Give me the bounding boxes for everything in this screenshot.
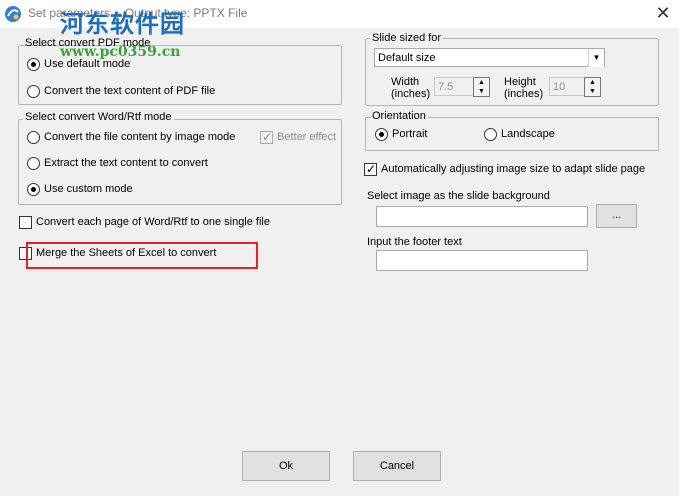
word-mode-image-label[interactable]: Convert the file content by image mode (44, 130, 235, 144)
checkmark-icon: ✓ (262, 130, 273, 144)
cancel-button[interactable]: Cancel (353, 451, 441, 481)
background-image-input[interactable] (376, 206, 588, 227)
close-icon[interactable]: ✕ (652, 2, 674, 24)
auto-adjust-checkbox[interactable]: ✓ (364, 162, 377, 176)
chevron-down-icon[interactable]: ▼ (588, 49, 604, 67)
footer-input[interactable] (376, 250, 588, 271)
better-effect-checkbox: ✓ (260, 130, 273, 144)
highlight-box (26, 242, 258, 269)
pdf-mode-legend: Select convert PDF mode (25, 37, 151, 49)
word-mode-legend: Select convert Word/Rtf mode (23, 111, 174, 124)
width-input[interactable]: 7.5 (434, 77, 474, 96)
auto-adjust-label[interactable]: Automatically adjusting image size to ad… (381, 162, 645, 176)
background-image-label: Select image as the slide background (367, 190, 550, 202)
slide-size-dropdown[interactable]: Default size ▼ (374, 48, 605, 67)
convert-each-page-checkbox[interactable] (19, 216, 32, 229)
width-label: Width (inches) (391, 76, 431, 100)
width-spinner[interactable]: ▲ ▼ (473, 77, 490, 97)
word-mode-custom-radio[interactable] (27, 183, 40, 196)
convert-each-page-label[interactable]: Convert each page of Word/Rtf to one sin… (36, 215, 270, 229)
better-effect-label: Better effect (277, 131, 337, 143)
browse-button[interactable]: ... (596, 204, 637, 228)
orientation-portrait-label[interactable]: Portrait (392, 127, 427, 141)
watermark-logo-text: 河东软件园 (60, 9, 185, 38)
pdf-mode-text-label[interactable]: Convert the text content of PDF file (44, 84, 215, 98)
height-spinner[interactable]: ▲ ▼ (584, 77, 601, 97)
pdf-mode-text-radio[interactable] (27, 85, 40, 98)
checkmark-icon: ✓ (366, 162, 377, 176)
pdf-mode-default-radio[interactable] (27, 58, 40, 71)
height-input[interactable]: 10 (549, 77, 585, 96)
height-value: 10 (553, 81, 566, 93)
footer-label: Input the footer text (367, 236, 462, 248)
word-mode-image-radio[interactable] (27, 131, 40, 144)
width-value: 7.5 (438, 81, 454, 93)
orientation-landscape-radio[interactable] (484, 128, 497, 141)
slide-size-selected: Default size (378, 52, 436, 64)
height-label: Height (inches) (504, 76, 544, 100)
orientation-portrait-radio[interactable] (375, 128, 388, 141)
word-mode-text-label[interactable]: Extract the text content to convert (44, 156, 208, 170)
app-icon (5, 6, 21, 22)
orientation-legend: Orientation (370, 110, 428, 123)
slide-size-legend: Slide sized for (370, 32, 444, 45)
pdf-mode-default-label[interactable]: Use default mode (44, 57, 130, 71)
word-mode-text-radio[interactable] (27, 157, 40, 170)
ok-button[interactable]: Ok (242, 451, 330, 481)
orientation-landscape-label[interactable]: Landscape (501, 127, 555, 141)
word-mode-custom-label[interactable]: Use custom mode (44, 182, 133, 196)
